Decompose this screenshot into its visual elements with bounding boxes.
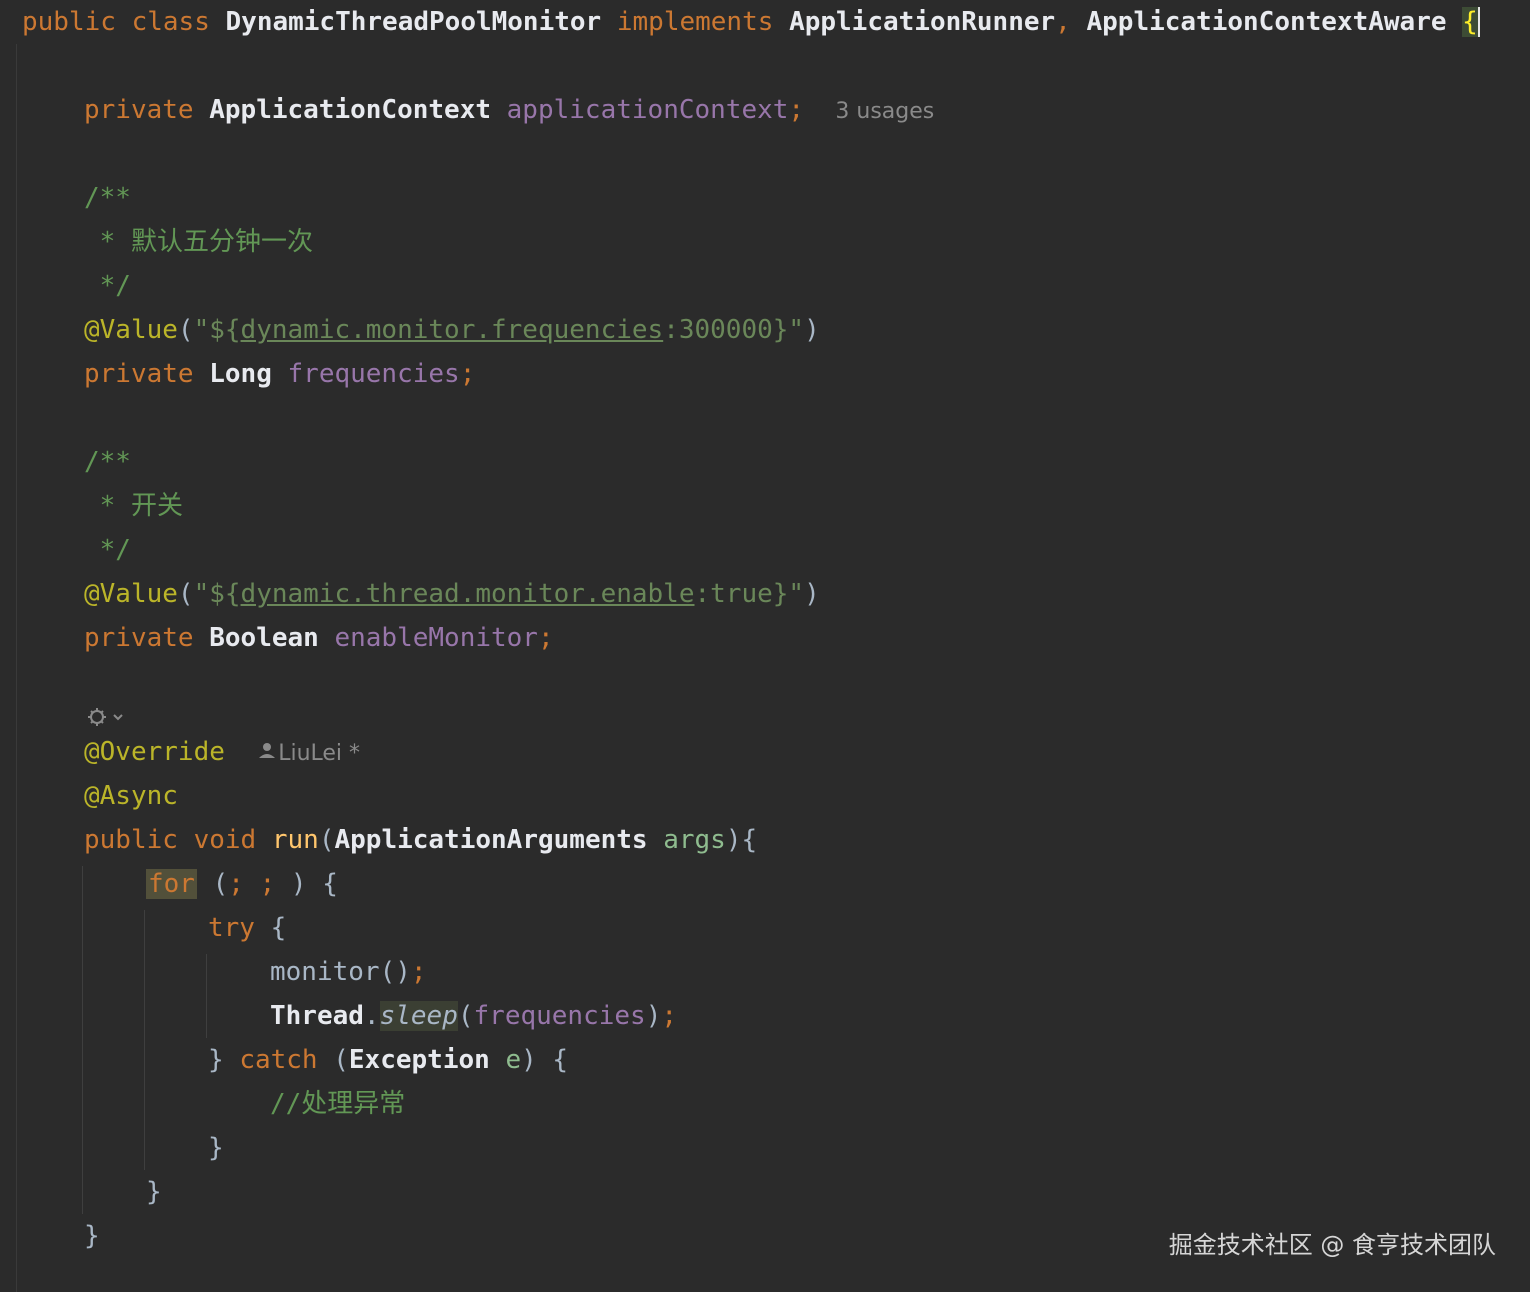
closing-brace: } [146,1177,162,1207]
code-line-for-loop[interactable]: for (; ; ) { [146,862,338,906]
comma: , [1055,7,1071,37]
field-name: frequencies [473,1001,646,1031]
code-line-thread-sleep[interactable]: Thread.sleep(frequencies); [270,994,677,1038]
user-icon [256,731,278,775]
paren: ( [177,315,194,345]
field-name: frequencies [287,359,460,389]
type-name: Long [209,359,272,389]
semicolon: ; [537,623,554,653]
usages-hint[interactable]: 3 usages [835,99,934,124]
code-line-field-frequencies[interactable]: private Long frequencies; [84,352,475,396]
type-name: Exception [348,1045,490,1075]
parameter-name: e [489,1045,522,1075]
doc-comment-body: * 开关 [84,491,183,521]
code-line-async[interactable]: @Async [84,774,178,818]
watermark: 掘金技术社区 @ 食亨技术团队 [1168,1231,1496,1259]
keyword: public [22,7,116,37]
indent-guide [144,910,145,1170]
type-name: ApplicationArguments [334,825,648,855]
string-literal: "${ [193,315,241,345]
semicolon: ; [459,359,476,389]
string-literal: :300000}" [663,315,805,345]
closing-brace: } [84,1221,100,1251]
type-name: ApplicationContext [209,95,491,125]
paren: ) [804,315,820,345]
indent-guide [206,954,207,1038]
doc-comment-close: */ [84,535,131,565]
keyword: private [84,359,194,389]
field-name: applicationContext [506,95,789,125]
semicolon: ; [661,1001,678,1031]
matched-brace: { [1462,7,1480,37]
code-line-value-annotation[interactable]: @Value("${dynamic.monitor.frequencies:30… [84,308,820,352]
doc-comment-open: /** [84,183,131,213]
author-hint[interactable]: LiuLei * [278,741,360,766]
type-name: Boolean [209,623,319,653]
field-name: enableMonitor [334,623,538,653]
method-call: monitor() [270,957,411,987]
doc-comment-open: /** [84,447,131,477]
annotation: @Override [84,737,225,767]
doc-comment-body: * 默认五分钟一次 [84,227,313,257]
dot: . [363,1001,380,1031]
annotation: @Value [84,579,178,609]
keyword: void [193,825,257,855]
method-name: run [271,825,319,855]
brace: { [254,913,287,943]
code-line-value-annotation[interactable]: @Value("${dynamic.thread.monitor.enable:… [84,572,820,616]
string-literal: "${ [193,579,241,609]
semicolon: ; [788,95,805,125]
parameter-name: args [663,825,726,855]
code-line-try[interactable]: try { [208,906,286,950]
paren: ) { [521,1045,569,1075]
keyword: class [131,7,210,37]
keyword: try [208,913,255,943]
keyword-highlighted: for [146,869,197,899]
gutter-divider [16,44,17,1292]
paren: ) [645,1001,662,1031]
keyword: public [84,825,178,855]
ai-assist-icon[interactable] [86,705,126,729]
paren: ( [196,869,229,899]
line-comment: //处理异常 [270,1089,406,1119]
paren: ) [804,579,820,609]
paren: ){ [725,825,758,855]
keyword: implements [616,7,774,37]
semicolon: ; [228,869,244,899]
brace: } [208,1045,240,1075]
closing-brace: } [208,1133,224,1163]
property-key-link[interactable]: dynamic.monitor.frequencies [241,315,664,345]
interface-name: ApplicationRunner [789,7,1056,37]
semicolon: ; [410,957,427,987]
paren: ( [317,1045,349,1075]
paren: ( [177,579,194,609]
string-literal: :true}" [694,579,805,609]
doc-comment-close: */ [84,271,131,301]
code-editor[interactable]: public class DynamicThreadPoolMonitor im… [0,0,1530,1292]
keyword: private [84,623,194,653]
annotation: @Value [84,315,178,345]
indent-guide [82,866,83,1214]
property-key-link[interactable]: dynamic.thread.monitor.enable [241,579,695,609]
paren: ( [457,1001,474,1031]
keyword: catch [239,1045,318,1075]
annotation: @Async [84,781,178,811]
code-line-field-enable-monitor[interactable]: private Boolean enableMonitor; [84,616,554,660]
paren: ( [318,825,335,855]
keyword: private [84,95,194,125]
paren: ) { [275,869,338,899]
class-name: DynamicThreadPoolMonitor [225,7,602,37]
static-method-highlighted: sleep [379,1001,458,1031]
code-line-field-application-context[interactable]: private ApplicationContext applicationCo… [84,88,934,132]
code-line-catch[interactable]: } catch (Exception e) { [208,1038,568,1082]
interface-name: ApplicationContextAware [1086,7,1447,37]
code-line-class-declaration[interactable]: public class DynamicThreadPoolMonitor im… [22,0,1480,44]
code-line-override[interactable]: @Override LiuLei * [84,730,360,774]
type-name: Thread [270,1001,364,1031]
semicolon: ; [259,869,276,899]
code-line-monitor-call[interactable]: monitor(); [270,950,427,994]
code-line-run-method[interactable]: public void run(ApplicationArguments arg… [84,818,757,862]
